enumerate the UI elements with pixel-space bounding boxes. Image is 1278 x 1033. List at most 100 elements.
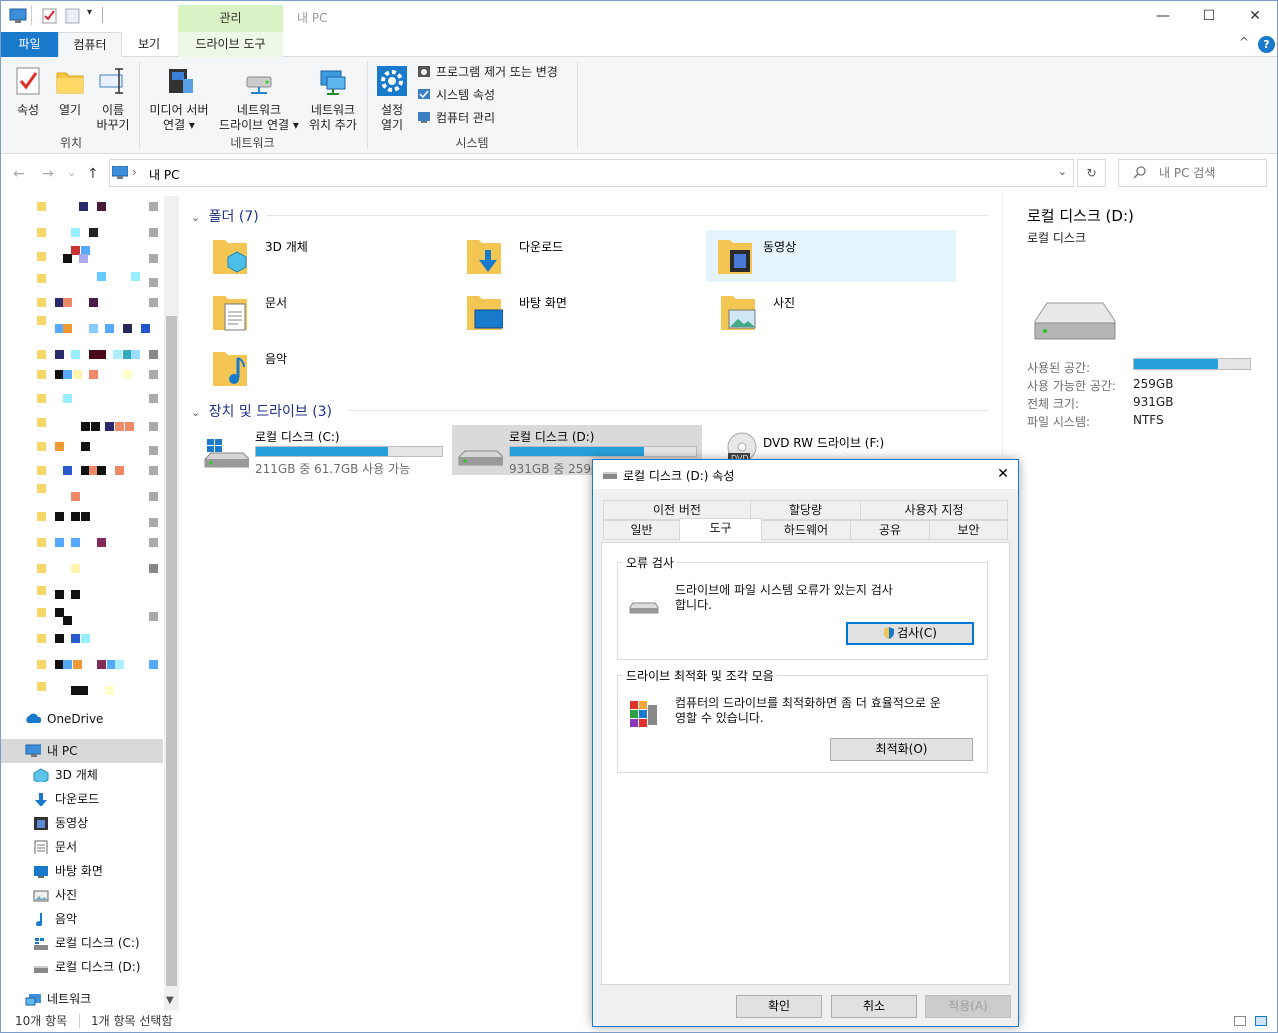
- address-bar[interactable]: › ⌄: [109, 159, 1074, 187]
- map-network-drive-button[interactable]: 네트워크 드라이브 연결 ▾: [215, 65, 303, 133]
- dialog-close-button[interactable]: ✕: [988, 460, 1018, 489]
- computer-icon: [112, 166, 128, 179]
- sidebar-item-pictures[interactable]: 사진: [1, 883, 163, 907]
- tab-drive-tools[interactable]: 드라이브 도구: [178, 32, 283, 57]
- tab-tools[interactable]: 도구: [679, 518, 762, 541]
- sidebar-item-documents[interactable]: 문서: [1, 835, 163, 859]
- dialog-title-bar[interactable]: 로컬 디스크 (D:) 속성 ✕: [593, 460, 1018, 489]
- tab-general[interactable]: 일반: [603, 520, 680, 540]
- folder-name: 3D 개체: [265, 240, 308, 254]
- folders-section-header[interactable]: ⌄ 폴더 (7): [191, 206, 259, 226]
- sidebar-item-label: 사진: [55, 888, 78, 902]
- properties-qat-icon[interactable]: [42, 8, 58, 24]
- drives-section-header[interactable]: ⌄ 장치 및 드라이브 (3): [191, 401, 332, 421]
- media-label-2: 연결 ▾: [163, 118, 195, 132]
- forward-button[interactable]: →: [42, 166, 54, 182]
- windows-drive-icon: [34, 938, 48, 950]
- add-network-location-button[interactable]: 네트워크 위치 추가: [305, 65, 361, 133]
- section-count: (7): [238, 209, 259, 225]
- check-button[interactable]: 검사(C): [846, 622, 974, 645]
- sidebar-item-label: 3D 개체: [55, 768, 98, 782]
- folder-videos[interactable]: 동영상: [706, 230, 956, 282]
- tab-sharing[interactable]: 공유: [850, 520, 930, 540]
- qat-dropdown-icon[interactable]: ▾: [87, 7, 92, 18]
- system-properties-button[interactable]: 시스템 속성: [417, 85, 495, 105]
- help-icon[interactable]: ?: [1258, 36, 1275, 53]
- pictures-folder-icon: [721, 296, 756, 330]
- tab-hardware[interactable]: 하드웨어: [761, 520, 851, 540]
- ok-button[interactable]: 확인: [736, 995, 822, 1018]
- error-checking-group: [617, 562, 988, 660]
- details-view-icon[interactable]: [1234, 1016, 1246, 1026]
- sidebar-item-onedrive[interactable]: OneDrive: [1, 707, 163, 731]
- section-divider: [349, 410, 988, 411]
- uninstall-program-button[interactable]: 프로그램 제거 또는 변경: [417, 62, 558, 82]
- optimize-button[interactable]: 최적화(O): [830, 738, 973, 761]
- sidebar-item-videos[interactable]: 동영상: [1, 811, 163, 835]
- refresh-button[interactable]: ↻: [1077, 159, 1106, 187]
- breadcrumb-this-pc[interactable]: 내 PC: [149, 166, 179, 183]
- recent-locations-icon[interactable]: ⌄: [67, 166, 76, 179]
- divider: [102, 7, 103, 23]
- sidebar-item-label: 로컬 디스크 (D:): [55, 960, 141, 974]
- apply-button[interactable]: 적용(A): [925, 995, 1011, 1018]
- sidebar-item-label: 문서: [55, 840, 78, 854]
- sidebar-item-drive-d[interactable]: 로컬 디스크 (D:): [1, 955, 163, 979]
- media-server-button[interactable]: 미디어 서버 연결 ▾: [144, 65, 214, 133]
- sidebar-item-this-pc[interactable]: 내 PC: [1, 739, 163, 763]
- sidebar-item-label: 네트워크: [47, 992, 92, 1006]
- open-button[interactable]: 열기: [51, 65, 89, 118]
- folder-pictures[interactable]: 사진: [697, 286, 947, 338]
- open-settings-button[interactable]: 설정 열기: [372, 65, 412, 133]
- sidebar-item-drive-c[interactable]: 로컬 디스크 (C:): [1, 931, 163, 955]
- tab-file[interactable]: 파일: [1, 32, 58, 57]
- folder-documents[interactable]: 문서: [189, 286, 439, 338]
- optimize-text-1: 컴퓨터의 드라이브를 최적화하면 좀 더 효율적으로 운: [675, 696, 941, 710]
- properties-button[interactable]: 속성: [9, 65, 47, 118]
- drive-icon: [1034, 302, 1116, 340]
- folder-3d-objects[interactable]: 3D 개체: [189, 230, 439, 282]
- computer-management-icon: [418, 112, 430, 123]
- music-folder-icon: [213, 352, 247, 386]
- scroll-down-icon[interactable]: ▼: [166, 995, 174, 1006]
- tab-security[interactable]: 보안: [929, 520, 1008, 540]
- new-folder-qat-icon[interactable]: [65, 8, 81, 24]
- cancel-button[interactable]: 취소: [831, 995, 917, 1018]
- rename-button[interactable]: 이름 바꾸기: [93, 65, 133, 133]
- total-size-value: 931GB: [1133, 395, 1174, 409]
- tab-quota[interactable]: 할당량: [750, 500, 861, 520]
- drive-c[interactable]: 로컬 디스크 (C:) 211GB 중 61.7GB 사용 가능: [179, 425, 443, 476]
- folder-downloads[interactable]: 다운로드: [443, 230, 693, 282]
- drive-properties-dialog: 로컬 디스크 (D:) 속성 ✕ 이전 버전 할당량 사용자 지정 일반 도구 …: [592, 459, 1019, 1027]
- computer-management-button[interactable]: 컴퓨터 관리: [417, 108, 495, 128]
- collapse-ribbon-icon[interactable]: ^: [1239, 35, 1249, 49]
- free-space-label: 사용 가능한 공간:: [1027, 379, 1116, 393]
- sidebar-item-label: 내 PC: [47, 744, 78, 758]
- sidebar-item-desktop[interactable]: 바탕 화면: [1, 859, 163, 883]
- quick-access-pixelated-list: [1, 194, 163, 699]
- nav-scrollbar-thumb[interactable]: [166, 316, 177, 986]
- window-title: 내 PC: [297, 11, 328, 25]
- properties-label: 속성: [16, 103, 40, 117]
- sidebar-item-3d-objects[interactable]: 3D 개체: [1, 763, 163, 787]
- back-button[interactable]: ←: [13, 166, 25, 182]
- videos-folder-icon: [718, 240, 752, 274]
- folder-desktop[interactable]: 바탕 화면: [443, 286, 693, 338]
- sidebar-item-music[interactable]: 음악: [1, 907, 163, 931]
- sidebar-item-downloads[interactable]: 다운로드: [1, 787, 163, 811]
- location-group-label: 위치: [59, 136, 83, 150]
- tab-computer[interactable]: 컴퓨터: [58, 32, 122, 58]
- tools-tab-panel: 오류 검사 드라이브에 파일 시스템 오류가 있는지 검사 합니다. 검사(C)…: [601, 542, 1010, 985]
- minimize-button[interactable]: —: [1140, 1, 1186, 32]
- maximize-button[interactable]: ☐: [1186, 1, 1232, 32]
- large-icons-view-icon[interactable]: [1255, 1016, 1267, 1026]
- tab-previous-versions[interactable]: 이전 버전: [603, 500, 751, 520]
- up-button[interactable]: ↑: [87, 166, 99, 182]
- address-dropdown-icon[interactable]: ⌄: [1058, 165, 1067, 178]
- sidebar-item-network[interactable]: 네트워크: [1, 987, 163, 1011]
- tab-customize[interactable]: 사용자 지정: [860, 500, 1008, 520]
- close-button[interactable]: ✕: [1232, 1, 1277, 32]
- folder-music[interactable]: 음악: [189, 342, 439, 394]
- breadcrumb-chevron-icon[interactable]: ›: [132, 165, 137, 179]
- tab-view[interactable]: 보기: [125, 32, 173, 57]
